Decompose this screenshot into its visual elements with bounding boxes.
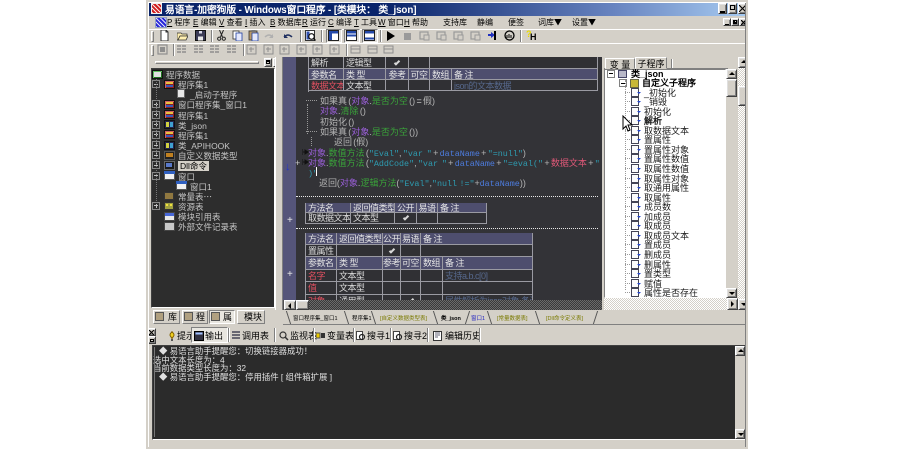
svg-text:H: H <box>530 30 537 40</box>
